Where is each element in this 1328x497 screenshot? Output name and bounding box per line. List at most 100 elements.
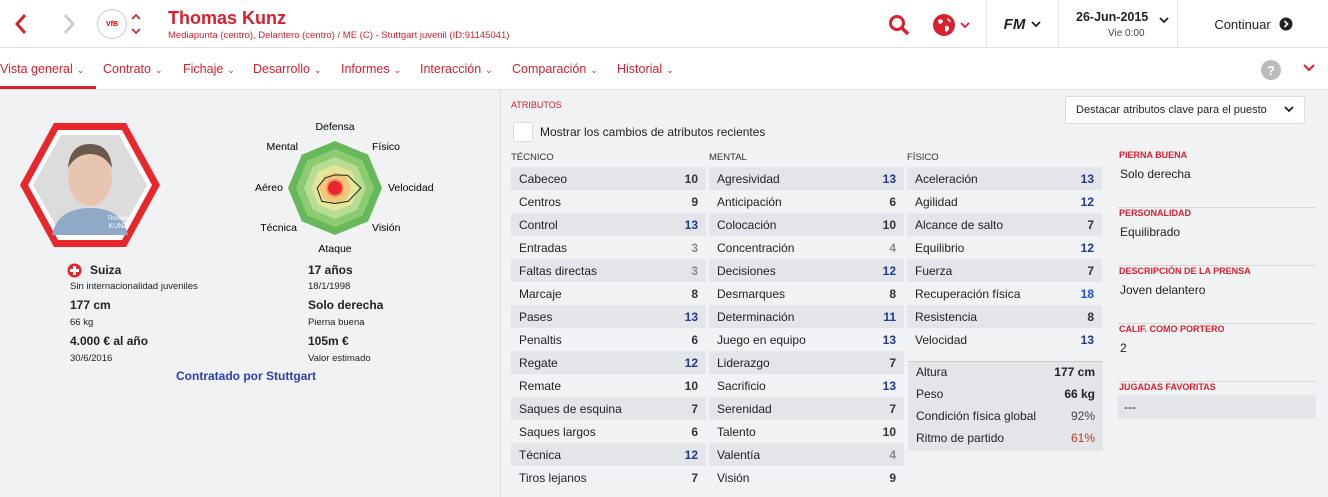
attribute-value: 10 bbox=[684, 378, 698, 393]
tab-desarrollo[interactable]: Desarrollo ⌄ bbox=[253, 62, 322, 76]
attribute-row[interactable]: Centros 9 bbox=[511, 190, 706, 213]
back-button[interactable] bbox=[10, 11, 32, 37]
nationality[interactable]: Suiza bbox=[90, 263, 121, 277]
attribute-row[interactable]: Regate 12 bbox=[511, 351, 706, 374]
chevron-left-icon bbox=[14, 14, 27, 34]
help-button[interactable]: ? bbox=[1261, 60, 1281, 80]
physical-info-label: Peso bbox=[916, 387, 944, 401]
attribute-row[interactable]: Faltas directas 3 bbox=[511, 259, 706, 282]
tab-informes[interactable]: Informes ⌄ bbox=[341, 62, 401, 76]
physical-info-row: Condición física global 92% bbox=[908, 405, 1103, 427]
attribute-value: 6 bbox=[691, 424, 698, 439]
attribute-row[interactable]: Decisiones 12 bbox=[709, 259, 904, 282]
radar-label-velocidad: Velocidad bbox=[388, 182, 434, 194]
fm-menu-button[interactable]: FM bbox=[986, 0, 1058, 48]
show-changes-checkbox[interactable] bbox=[513, 122, 533, 142]
swiss-flag-icon bbox=[67, 263, 82, 278]
physical-info-value: 66 kg bbox=[1064, 387, 1095, 401]
search-button[interactable] bbox=[888, 14, 910, 36]
attribute-row[interactable]: Concentración 4 bbox=[709, 236, 904, 259]
player-info-sidebar: PIERNA BUENA Solo derecha PERSONALIDAD Equ… bbox=[1118, 150, 1316, 442]
attribute-name: Valentía bbox=[717, 447, 761, 462]
info-personality[interactable]: PERSONALIDAD Equilibrado bbox=[1118, 208, 1316, 266]
attribute-row[interactable]: Alcance de salto 7 bbox=[907, 213, 1102, 236]
tab-comparacion[interactable]: Comparación ⌄ bbox=[512, 62, 598, 76]
attribute-row[interactable]: Control 13 bbox=[511, 213, 706, 236]
attribute-row[interactable]: Colocación 10 bbox=[709, 213, 904, 236]
attribute-row[interactable]: Saques de esquina 7 bbox=[511, 397, 706, 420]
tab-contrato[interactable]: Contrato ⌄ bbox=[103, 62, 163, 76]
player-portrait[interactable]: Thomas KUNZ bbox=[18, 120, 162, 250]
attribute-row[interactable]: Recuperación física 18 bbox=[907, 282, 1102, 305]
globe-icon bbox=[933, 14, 955, 36]
attribute-value: 11 bbox=[883, 309, 896, 324]
attribute-row[interactable]: Fuerza 7 bbox=[907, 259, 1102, 282]
attribute-row[interactable]: Sacrificio 13 bbox=[709, 374, 904, 397]
attribute-row[interactable]: Talento 10 bbox=[709, 420, 904, 443]
show-changes-label[interactable]: Mostrar los cambios de atributos recient… bbox=[540, 125, 765, 139]
attribute-row[interactable]: Velocidad 13 bbox=[907, 328, 1102, 351]
chevron-down-icon: ⌄ bbox=[227, 65, 235, 75]
forward-button[interactable] bbox=[58, 11, 80, 37]
attribute-value: 12 bbox=[684, 355, 698, 370]
weight: 66 kg bbox=[70, 317, 94, 328]
physical-info-list: Altura 177 cm Peso 66 kg Condición física gl… bbox=[908, 361, 1103, 449]
attribute-row[interactable]: Desmarques 8 bbox=[709, 282, 904, 305]
attribute-name: Cabeceo bbox=[519, 171, 568, 186]
attribute-row[interactable]: Agresividad 13 bbox=[709, 167, 904, 190]
attribute-row[interactable]: Visión 9 bbox=[709, 466, 904, 489]
attribute-row[interactable]: Marcaje 8 bbox=[511, 282, 706, 305]
attribute-row[interactable]: Liderazgo 7 bbox=[709, 351, 904, 374]
attribute-row[interactable]: Aceleración 13 bbox=[907, 167, 1102, 190]
attribute-name: Determinación bbox=[717, 309, 795, 324]
attribute-name: Pases bbox=[519, 309, 553, 324]
chevron-down-icon[interactable] bbox=[1303, 63, 1315, 72]
attribute-row[interactable]: Entradas 3 bbox=[511, 236, 706, 259]
attribute-name: Concentración bbox=[717, 240, 795, 255]
attribute-row[interactable]: Agilidad 12 bbox=[907, 190, 1102, 213]
physical-info-label: Condición física global bbox=[916, 409, 1037, 423]
attribute-row[interactable]: Técnica 12 bbox=[511, 443, 706, 466]
attribute-name: Sacrificio bbox=[717, 378, 766, 393]
attribute-row[interactable]: Valentía 4 bbox=[709, 443, 904, 466]
updown-chevron-icon bbox=[131, 13, 141, 35]
highlight-key-attributes-dropdown[interactable]: Destacar atributos clave para el puesto bbox=[1065, 96, 1305, 124]
attribute-value: 7 bbox=[1087, 217, 1094, 232]
physical-column-title: FÍSICO bbox=[907, 152, 939, 163]
attribute-row[interactable]: Determinación 11 bbox=[709, 305, 904, 328]
continue-button[interactable]: Continuar bbox=[1179, 0, 1328, 48]
attribute-value: 12 bbox=[1080, 240, 1094, 255]
physical-info-value: 177 cm bbox=[1054, 365, 1095, 379]
calendar-button[interactable]: 26-Jun-2015 Vie 0:00 bbox=[1058, 0, 1178, 48]
attribute-name: Agilidad bbox=[915, 194, 958, 209]
attribute-row[interactable]: Cabeceo 10 bbox=[511, 167, 706, 190]
player-subtitle[interactable]: Mediapunta (centro), Delantero (centro) … bbox=[168, 30, 509, 41]
attribute-row[interactable]: Resistencia 8 bbox=[907, 305, 1102, 328]
attribute-row[interactable]: Remate 10 bbox=[511, 374, 706, 397]
physical-info-label: Altura bbox=[916, 365, 948, 379]
tab-interaccion[interactable]: Interacción ⌄ bbox=[420, 62, 493, 76]
tab-fichaje[interactable]: Fichaje ⌄ bbox=[183, 62, 235, 76]
attribute-row[interactable]: Tiros lejanos 7 bbox=[511, 466, 706, 489]
attribute-row[interactable]: Equilibrio 12 bbox=[907, 236, 1102, 259]
attribute-radar-chart[interactable]: Defensa Físico Velocidad Visión Ataque T… bbox=[245, 118, 455, 258]
attribute-row[interactable]: Serenidad 7 bbox=[709, 397, 904, 420]
world-menu-button[interactable] bbox=[932, 13, 972, 37]
attribute-name: Saques largos bbox=[519, 424, 596, 439]
attribute-row[interactable]: Pases 13 bbox=[511, 305, 706, 328]
attribute-row[interactable]: Penaltis 6 bbox=[511, 328, 706, 351]
club-switch-button[interactable] bbox=[130, 10, 142, 38]
player-name: Thomas Kunz bbox=[168, 8, 287, 28]
attribute-row[interactable]: Saques largos 6 bbox=[511, 420, 706, 443]
chevron-down-icon bbox=[1031, 21, 1041, 28]
attribute-value: 6 bbox=[889, 194, 896, 209]
attribute-value: 3 bbox=[691, 240, 698, 255]
club-crest-icon[interactable]: VfB bbox=[97, 9, 127, 39]
tab-historial[interactable]: Historial ⌄ bbox=[617, 62, 674, 76]
attribute-name: Agresividad bbox=[717, 171, 780, 186]
attribute-row[interactable]: Juego en equipo 13 bbox=[709, 328, 904, 351]
tab-vista-general[interactable]: Vista general ⌄ bbox=[0, 62, 84, 76]
contracted-by-link[interactable]: Contratado por Stuttgart bbox=[176, 369, 316, 383]
attribute-row[interactable]: Anticipación 6 bbox=[709, 190, 904, 213]
radar-label-defensa: Defensa bbox=[315, 121, 354, 133]
